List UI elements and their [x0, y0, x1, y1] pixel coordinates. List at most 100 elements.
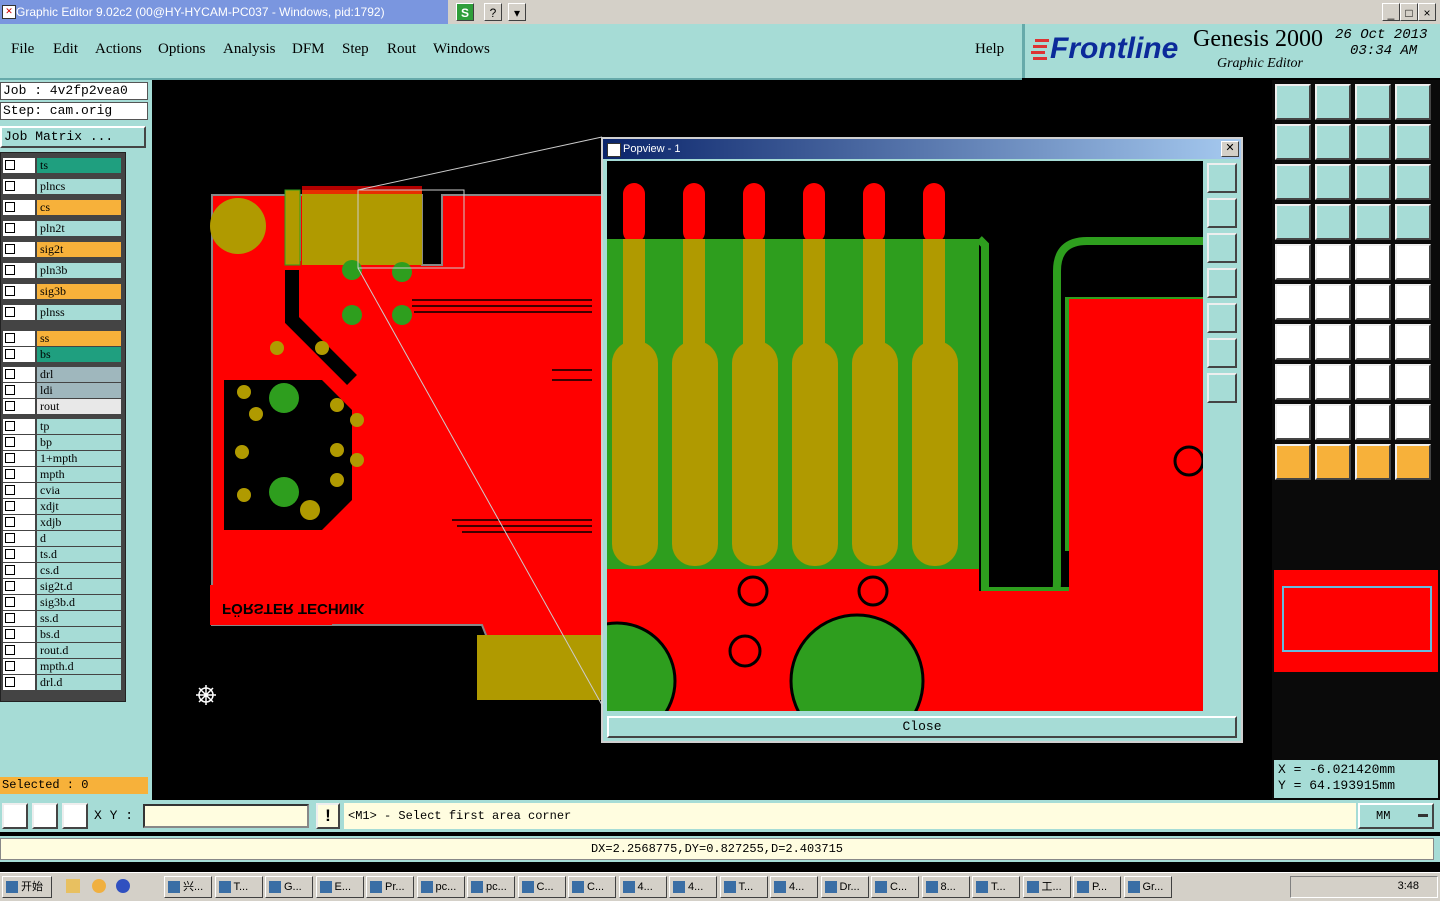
- layer-red-alt-icon[interactable]: [1395, 204, 1431, 240]
- taskbar-item[interactable]: Pr...: [366, 876, 414, 898]
- window-icon[interactable]: [1395, 84, 1431, 120]
- layer-checkbox[interactable]: [5, 181, 15, 191]
- layer-name[interactable]: ss.d: [37, 611, 121, 626]
- layer-name[interactable]: xdjb: [37, 515, 121, 530]
- layer-checkbox[interactable]: [5, 265, 15, 275]
- layer-checkbox[interactable]: [5, 565, 15, 575]
- layer-checkbox[interactable]: [5, 517, 15, 527]
- layer-row-bs-d[interactable]: bs.d: [3, 627, 121, 642]
- pan-right-icon[interactable]: [1207, 303, 1237, 333]
- layer-row-sig3b-d[interactable]: sig3b.d: [3, 595, 121, 610]
- taskbar-item[interactable]: T...: [214, 876, 263, 898]
- pad-icon[interactable]: [1275, 244, 1311, 280]
- layer-checkbox[interactable]: [5, 597, 15, 607]
- layer-row-rout-d[interactable]: rout.d: [3, 643, 121, 658]
- layer-checkbox[interactable]: [5, 677, 15, 687]
- redraw-icon[interactable]: [1395, 124, 1431, 160]
- taskbar-item[interactable]: 8...: [921, 876, 970, 898]
- layer-row-ldi[interactable]: ldi: [3, 383, 121, 398]
- layer-checkbox-area[interactable]: [3, 515, 35, 530]
- layer-checkbox[interactable]: [5, 501, 15, 511]
- pan-down-icon[interactable]: [1207, 233, 1237, 263]
- menu-step[interactable]: Step: [342, 41, 369, 58]
- layer-row-cs-d[interactable]: cs.d: [3, 563, 121, 578]
- layer-name[interactable]: cs: [37, 200, 121, 215]
- job-matrix-button[interactable]: Job Matrix ...: [0, 126, 146, 148]
- layer-checkbox[interactable]: [5, 469, 15, 479]
- layer-checkbox[interactable]: [5, 385, 15, 395]
- layer-name[interactable]: rout.d: [37, 643, 121, 658]
- start-button[interactable]: 开始: [2, 876, 52, 898]
- menu-analysis[interactable]: Analysis: [223, 41, 276, 58]
- layer-name[interactable]: d: [37, 531, 121, 546]
- layer-name[interactable]: plnss: [37, 305, 121, 320]
- layer-name[interactable]: bs: [37, 347, 121, 362]
- layer-checkbox[interactable]: [5, 421, 15, 431]
- zoom-in-icon[interactable]: [1207, 338, 1237, 368]
- layer-name[interactable]: pln3b: [37, 263, 121, 278]
- browser-icon[interactable]: [116, 879, 130, 893]
- help-button[interactable]: ?: [484, 3, 502, 21]
- layer-checkbox-area[interactable]: [3, 451, 35, 466]
- layer-row-mpth[interactable]: mpth: [3, 467, 121, 482]
- maximize-button[interactable]: □: [1400, 3, 1418, 21]
- taskbar-item[interactable]: E...: [315, 876, 364, 898]
- layer-row-rout[interactable]: rout: [3, 399, 121, 414]
- layer-checkbox[interactable]: [5, 202, 15, 212]
- ruler-icon[interactable]: [1355, 244, 1391, 280]
- layer-checkbox-area[interactable]: [3, 659, 35, 674]
- layer-checkbox-area[interactable]: [3, 383, 35, 398]
- layer-row-drl[interactable]: drl: [3, 367, 121, 382]
- dropdown-button[interactable]: ▾: [508, 3, 526, 21]
- layer-checkbox[interactable]: [5, 613, 15, 623]
- clock-app-icon[interactable]: [92, 879, 106, 893]
- layer-checkbox[interactable]: [5, 307, 15, 317]
- pan-left-icon[interactable]: [1275, 124, 1311, 160]
- draw-line-icon[interactable]: [2, 803, 28, 829]
- layer-row-ss-d[interactable]: ss.d: [3, 611, 121, 626]
- layer-name[interactable]: cvia: [37, 483, 121, 498]
- layer-checkbox-area[interactable]: [3, 221, 35, 236]
- layer-row-drl-d[interactable]: drl.d: [3, 675, 121, 690]
- layer-name[interactable]: sig3b.d: [37, 595, 121, 610]
- taskbar-item[interactable]: T...: [719, 876, 768, 898]
- layer-checkbox-area[interactable]: [3, 483, 35, 498]
- layer-checkbox[interactable]: [5, 533, 15, 543]
- layer-checkbox[interactable]: [5, 349, 15, 359]
- layer-row-pln2t[interactable]: pln2t: [3, 221, 121, 236]
- layer-red-icon[interactable]: [1355, 204, 1391, 240]
- taskbar-item[interactable]: Dr...: [820, 876, 869, 898]
- layer-checkbox-area[interactable]: [3, 499, 35, 514]
- layer-checkbox-area[interactable]: [3, 611, 35, 626]
- layer-checkbox-area[interactable]: [3, 595, 35, 610]
- popview-zoom-view[interactable]: [607, 161, 1203, 711]
- triangle-icon[interactable]: [1275, 404, 1311, 440]
- layer-checkbox-area[interactable]: [3, 531, 35, 546]
- line-icon[interactable]: [1275, 324, 1311, 360]
- delete-icon[interactable]: [1315, 284, 1351, 320]
- taskbar-item[interactable]: pc...: [416, 876, 465, 898]
- popview-close-button[interactable]: Close: [607, 716, 1237, 738]
- layer-checkbox-area[interactable]: [3, 579, 35, 594]
- overview-map[interactable]: [1274, 570, 1438, 672]
- popview-close-icon[interactable]: ✕: [1221, 141, 1239, 157]
- layer-name[interactable]: drl.d: [37, 675, 121, 690]
- layer-name[interactable]: rout: [37, 399, 121, 414]
- taskbar-item[interactable]: 兴...: [164, 876, 212, 898]
- menu-help[interactable]: Help: [975, 41, 1004, 58]
- triangle-up-icon[interactable]: [1315, 404, 1351, 440]
- taskbar-item[interactable]: Gr...: [1123, 876, 1172, 898]
- layer-checkbox-area[interactable]: [3, 263, 35, 278]
- settings-icon[interactable]: [1275, 204, 1311, 240]
- pan-left-icon[interactable]: [1207, 268, 1237, 298]
- menu-file[interactable]: File: [11, 41, 34, 58]
- slash-icon[interactable]: [1315, 324, 1351, 360]
- taskbar-item[interactable]: 4...: [770, 876, 818, 898]
- xy-input[interactable]: [143, 804, 309, 828]
- units-selector[interactable]: MM: [1358, 803, 1434, 829]
- layer-checkbox-area[interactable]: [3, 467, 35, 482]
- menu-options[interactable]: Options: [158, 41, 206, 58]
- popview-window[interactable]: Popview - 1 ✕ Close: [601, 137, 1243, 743]
- select-circle-icon[interactable]: [1355, 444, 1391, 480]
- pointer-icon[interactable]: [1275, 444, 1311, 480]
